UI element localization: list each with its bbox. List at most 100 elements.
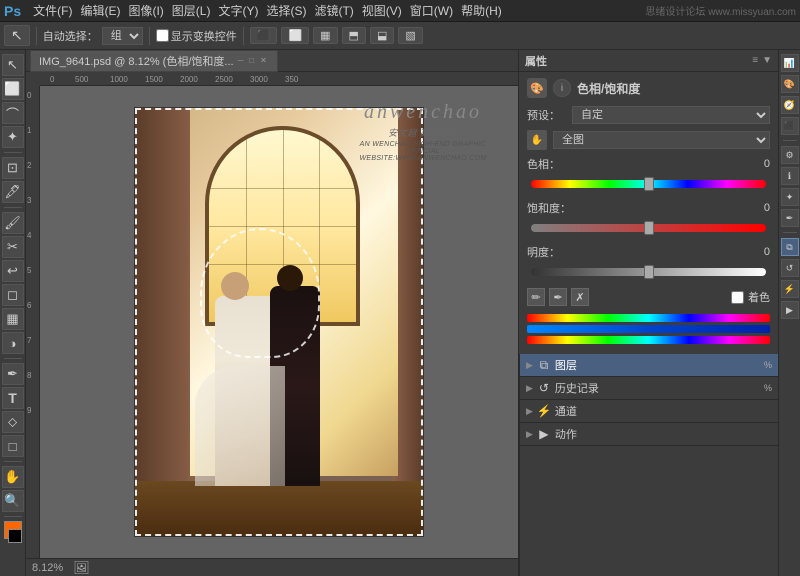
menu-edit[interactable]: 编辑(E)	[80, 2, 120, 19]
sat-thumb[interactable]	[644, 221, 654, 235]
colorize-checkbox[interactable]	[731, 291, 744, 304]
doc-close-btn[interactable]: ✕	[260, 56, 267, 65]
magic-wand-tool[interactable]: ✦	[2, 126, 24, 148]
styles-btn[interactable]: ✦	[781, 188, 799, 206]
brush-tool[interactable]: 🖌	[2, 212, 24, 234]
history-brush-tool[interactable]: ↩	[2, 260, 24, 282]
navigator-btn[interactable]: 🧭	[781, 96, 799, 114]
preset-dropdown[interactable]: 自定	[572, 106, 770, 124]
properties-options-btn[interactable]: ▼	[762, 55, 772, 66]
select-rect-tool[interactable]: ⬜	[2, 78, 24, 100]
light-label: 明度：	[527, 244, 577, 260]
gradient-tool[interactable]: ▦	[2, 308, 24, 330]
light-thumb[interactable]	[644, 265, 654, 279]
menu-type[interactable]: 文字(Y)	[218, 2, 258, 19]
doc-minimize-btn[interactable]: ─	[238, 56, 244, 65]
actions-icon: ▶	[536, 426, 552, 442]
crop-tool[interactable]: ⊡	[2, 157, 24, 179]
auto-select-dropdown[interactable]: 组	[102, 27, 143, 45]
align-mid-btn[interactable]: ⬓	[370, 27, 394, 44]
hue-label-row: 色相： 0	[527, 156, 770, 172]
ps-logo: Ps	[4, 3, 21, 19]
zoom-display: 8.12%	[32, 562, 63, 574]
history-panel-header[interactable]: ▶ ↺ 历史记录 %	[520, 377, 778, 399]
menu-layer[interactable]: 图层(L)	[172, 2, 211, 19]
layers-icon: ⧉	[536, 357, 552, 373]
hue-slider[interactable]	[531, 176, 766, 192]
lightness-slider[interactable]	[531, 264, 766, 280]
ruler-h-0: 0	[50, 75, 54, 84]
paths-btn[interactable]: ✒	[781, 209, 799, 227]
bride-head	[221, 272, 249, 300]
align-top-btn[interactable]: ⬒	[342, 27, 366, 44]
dropper-sample-btn[interactable]: ✒	[549, 288, 567, 306]
channel-icon[interactable]: ✋	[527, 130, 547, 150]
properties-expand-btn[interactable]: ≡	[752, 55, 758, 66]
document-canvas	[134, 107, 424, 537]
hand-tool[interactable]: ✋	[2, 466, 24, 488]
ruler-h-3000: 3000	[250, 75, 268, 84]
transform-checkbox[interactable]	[156, 29, 169, 42]
histogram-btn[interactable]: 📊	[781, 54, 799, 72]
dropper-remove-btn[interactable]: ✗	[571, 288, 589, 306]
rv-8: 8	[27, 371, 31, 380]
actions-btn[interactable]: ▶	[781, 301, 799, 319]
zoom-tool[interactable]: 🔍	[2, 490, 24, 512]
color-btn[interactable]: 🎨	[781, 75, 799, 93]
canvas-ruler-area: 0 500 1000 1500 2000 2500 3000 350 0 1 2…	[26, 72, 518, 558]
info-btn[interactable]: ℹ	[781, 167, 799, 185]
color-bars	[527, 314, 770, 348]
background-color[interactable]	[8, 529, 22, 543]
menu-filter[interactable]: 滤镜(T)	[314, 2, 353, 19]
hs-info-icon[interactable]: i	[553, 79, 571, 97]
hue-thumb[interactable]	[644, 177, 654, 191]
show-transform-check[interactable]: 显示变换控件	[156, 28, 237, 44]
move-tool[interactable]: ↖	[2, 54, 24, 76]
layers-pct: %	[764, 360, 772, 370]
dropper-add-btn[interactable]: ✏	[527, 288, 545, 306]
menu-image[interactable]: 图像(I)	[128, 2, 163, 19]
history-btn[interactable]: ↺	[781, 259, 799, 277]
shape-tool[interactable]: □	[2, 435, 24, 457]
side-panels-column: ▶ ⧉ 图层 % ▶ ↺ 历史记录 % ▶ ⚡ 通道	[519, 354, 778, 576]
align-left-btn[interactable]: ⬛	[250, 27, 278, 44]
dodge-tool[interactable]: ◑	[2, 332, 24, 354]
layers-btn[interactable]: ⧉	[781, 238, 799, 256]
eraser-tool[interactable]: ◻	[2, 284, 24, 306]
document-tab[interactable]: IMG_9641.psd @ 8.12% (色相/饱和度... ─ □ ✕	[30, 50, 278, 72]
menu-view[interactable]: 视图(V)	[362, 2, 402, 19]
doc-maximize-btn[interactable]: □	[249, 56, 254, 65]
lasso-tool[interactable]: ⌒	[2, 102, 24, 124]
move-tool-btn[interactable]: ↖	[4, 25, 30, 46]
saturation-slider[interactable]	[531, 220, 766, 236]
fr-sep-2	[783, 232, 797, 233]
ruler-h-1500: 1500	[145, 75, 163, 84]
eyedropper-tool[interactable]: 🖋	[2, 181, 24, 203]
align-right-btn[interactable]: ▦	[313, 27, 337, 44]
type-tool[interactable]: T	[2, 387, 24, 409]
rv-2: 2	[27, 161, 31, 170]
actions-panel-header[interactable]: ▶ ▶ 动作	[520, 423, 778, 445]
align-center-btn[interactable]: ⬜	[281, 27, 309, 44]
actions-label: 动作	[555, 426, 577, 442]
layers-panel-header[interactable]: ▶ ⧉ 图层 %	[520, 354, 778, 376]
channels-panel-header[interactable]: ▶ ⚡ 通道	[520, 400, 778, 422]
doc-tab-label: IMG_9641.psd @ 8.12% (色相/饱和度...	[39, 53, 234, 69]
swatches-btn[interactable]: ⬛	[781, 117, 799, 135]
path-select-tool[interactable]: ⬦	[2, 411, 24, 433]
channel-dropdown[interactable]: 全图	[553, 131, 770, 149]
main-area: ↖ ⬜ ⌒ ✦ ⊡ 🖋 🖌 ✂ ↩ ◻ ▦ ◑ ✒ T ⬦ □ ✋ 🔍 IMG_…	[0, 50, 800, 576]
adjustments-btn[interactable]: ⚙	[781, 146, 799, 164]
tool-separator-1	[4, 152, 22, 153]
menu-window[interactable]: 窗口(W)	[410, 2, 453, 19]
channels-btn[interactable]: ⚡	[781, 280, 799, 298]
canvas-scroll-area[interactable]: anwenchao 安文超 高端修图 AN WENCHAO HIGH-END G…	[40, 86, 518, 558]
menu-file[interactable]: 文件(F)	[33, 2, 72, 19]
pen-tool[interactable]: ✒	[2, 363, 24, 385]
clone-tool[interactable]: ✂	[2, 236, 24, 258]
sat-label-row: 饱和度： 0	[527, 200, 770, 216]
menu-select[interactable]: 选择(S)	[266, 2, 306, 19]
menu-help[interactable]: 帮助(H)	[461, 2, 502, 19]
align-bottom-btn[interactable]: ▧	[398, 27, 422, 44]
light-label-row: 明度： 0	[527, 244, 770, 260]
